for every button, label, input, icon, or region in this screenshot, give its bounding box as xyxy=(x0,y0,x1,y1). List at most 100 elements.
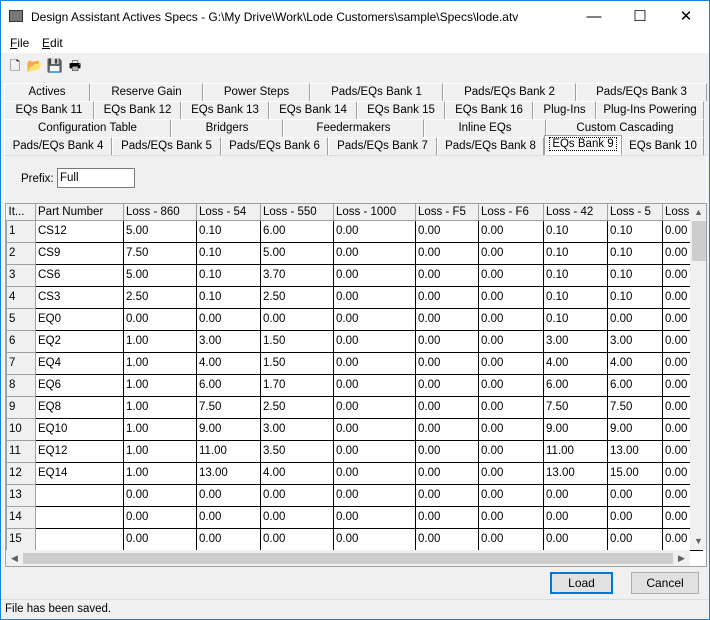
grid-cell[interactable]: 0.00 xyxy=(123,505,197,529)
tab-eqs-bank-14[interactable]: EQs Bank 14 xyxy=(269,101,357,119)
grid-cell[interactable]: 0.00 xyxy=(478,285,544,309)
column-header[interactable]: Loss - F5 xyxy=(415,204,479,221)
grid-cell[interactable]: 0.00 xyxy=(333,351,416,375)
grid-cell[interactable]: 0.10 xyxy=(196,219,261,243)
grid-cell[interactable]: EQ6 xyxy=(35,373,124,397)
grid-cell[interactable]: 0.00 xyxy=(123,527,197,551)
grid-cell[interactable]: 0.10 xyxy=(543,285,608,309)
grid-cell[interactable]: 5.00 xyxy=(123,263,197,287)
scroll-up-arrow-icon[interactable]: ▲ xyxy=(690,204,706,221)
row-header[interactable]: 13 xyxy=(6,483,36,507)
grid-cell[interactable] xyxy=(35,527,124,551)
grid-cell[interactable]: 0.00 xyxy=(123,483,197,507)
grid-cell[interactable]: 0.00 xyxy=(333,505,416,529)
scroll-left-arrow-icon[interactable]: ◀ xyxy=(6,550,23,566)
grid-cell[interactable]: CS6 xyxy=(35,263,124,287)
grid-cell[interactable]: 13.00 xyxy=(543,461,608,485)
grid-cell[interactable]: 0.10 xyxy=(607,285,663,309)
grid-cell[interactable]: 0.00 xyxy=(333,219,416,243)
grid-cell[interactable]: 5.00 xyxy=(260,241,334,265)
grid-cell[interactable]: 0.00 xyxy=(333,527,416,551)
grid-cell[interactable] xyxy=(35,483,124,507)
grid-cell[interactable]: 0.00 xyxy=(415,241,479,265)
open-folder-icon[interactable]: 📂 xyxy=(25,58,45,76)
maximize-button[interactable]: ☐ xyxy=(617,7,663,29)
grid-cell[interactable]: 0.00 xyxy=(415,417,479,441)
tab-eqs-bank-9[interactable]: EQs Bank 9 xyxy=(544,135,622,155)
row-header[interactable]: 12 xyxy=(6,461,36,485)
grid-cell[interactable]: 4.00 xyxy=(196,351,261,375)
tab-feedermakers[interactable]: Feedermakers xyxy=(283,119,424,137)
grid-cell[interactable]: 0.00 xyxy=(333,483,416,507)
grid-cell[interactable]: 0.00 xyxy=(478,461,544,485)
row-header[interactable]: 11 xyxy=(6,439,36,463)
tab-plug-ins-powering[interactable]: Plug-Ins Powering xyxy=(596,101,704,119)
tab-pads-eqs-bank-6[interactable]: Pads/EQs Bank 6 xyxy=(221,137,328,155)
grid-cell[interactable]: 0.00 xyxy=(478,395,544,419)
grid-cell[interactable]: 1.70 xyxy=(260,373,334,397)
menu-edit[interactable]: Edit xyxy=(42,36,63,50)
grid-cell[interactable]: 0.00 xyxy=(478,417,544,441)
grid-cell[interactable]: 0.10 xyxy=(607,219,663,243)
grid-cell[interactable]: 1.00 xyxy=(123,395,197,419)
tab-eqs-bank-11[interactable]: EQs Bank 11 xyxy=(4,101,94,119)
tab-pads-eqs-bank-4[interactable]: Pads/EQs Bank 4 xyxy=(4,137,112,155)
tab-power-steps[interactable]: Power Steps xyxy=(203,83,310,101)
grid-cell[interactable]: 1.00 xyxy=(123,417,197,441)
grid-cell[interactable]: 0.00 xyxy=(543,527,608,551)
save-icon[interactable]: 💾 xyxy=(45,58,65,76)
grid-cell[interactable]: 0.00 xyxy=(607,483,663,507)
grid-cell[interactable]: 0.00 xyxy=(415,527,479,551)
grid-cell[interactable]: 0.10 xyxy=(543,307,608,331)
minimize-button[interactable]: — xyxy=(571,7,617,29)
grid-cell[interactable]: 0.00 xyxy=(333,395,416,419)
grid-cell[interactable]: CS9 xyxy=(35,241,124,265)
grid-cell[interactable]: 4.00 xyxy=(543,351,608,375)
column-header[interactable]: Loss - 1000 xyxy=(333,204,416,221)
grid-cell[interactable]: 0.00 xyxy=(415,351,479,375)
grid-cell[interactable]: 0.00 xyxy=(607,307,663,331)
grid-cell[interactable]: 0.00 xyxy=(196,505,261,529)
grid-cell[interactable]: 9.00 xyxy=(607,417,663,441)
grid-cell[interactable]: EQ2 xyxy=(35,329,124,353)
grid-cell[interactable]: 0.00 xyxy=(333,461,416,485)
vertical-scroll-thumb[interactable] xyxy=(692,221,706,261)
menu-file[interactable]: File xyxy=(10,36,29,50)
row-header[interactable]: 15 xyxy=(6,527,36,551)
grid-cell[interactable]: 1.50 xyxy=(260,329,334,353)
grid-cell[interactable]: 1.00 xyxy=(123,329,197,353)
scroll-right-arrow-icon[interactable]: ▶ xyxy=(673,550,690,566)
grid-cell[interactable]: 9.00 xyxy=(543,417,608,441)
grid-cell[interactable]: 2.50 xyxy=(123,285,197,309)
grid-cell[interactable]: 0.00 xyxy=(415,461,479,485)
grid-cell[interactable]: 0.00 xyxy=(415,285,479,309)
grid-cell[interactable]: 0.10 xyxy=(607,263,663,287)
grid-cell[interactable]: 0.00 xyxy=(260,505,334,529)
grid-cell[interactable]: 0.10 xyxy=(196,285,261,309)
column-header[interactable]: Part Number xyxy=(35,204,124,221)
grid-cell[interactable]: 1.00 xyxy=(123,461,197,485)
grid-cell[interactable]: 0.00 xyxy=(415,307,479,331)
grid-cell[interactable]: 7.50 xyxy=(607,395,663,419)
grid-cell[interactable]: 0.00 xyxy=(333,439,416,463)
grid-cell[interactable] xyxy=(35,505,124,529)
grid-cell[interactable]: 0.00 xyxy=(333,263,416,287)
grid-cell[interactable]: 0.00 xyxy=(260,307,334,331)
row-header[interactable]: 14 xyxy=(6,505,36,529)
column-header[interactable]: Loss - 550 xyxy=(260,204,334,221)
grid-cell[interactable]: 3.00 xyxy=(607,329,663,353)
grid-cell[interactable]: 2.50 xyxy=(260,395,334,419)
tab-pads-eqs-bank-7[interactable]: Pads/EQs Bank 7 xyxy=(328,137,437,155)
grid-cell[interactable]: 0.00 xyxy=(415,439,479,463)
grid-cell[interactable]: 0.10 xyxy=(543,241,608,265)
grid-cell[interactable]: 3.00 xyxy=(196,329,261,353)
grid-cell[interactable]: 0.00 xyxy=(196,307,261,331)
grid-cell[interactable]: 3.70 xyxy=(260,263,334,287)
row-header[interactable]: 10 xyxy=(6,417,36,441)
tab-inline-eqs[interactable]: Inline EQs xyxy=(424,119,546,137)
grid-cell[interactable]: EQ4 xyxy=(35,351,124,375)
tab-pads-eqs-bank-3[interactable]: Pads/EQs Bank 3 xyxy=(576,83,707,101)
grid-cell[interactable]: 9.00 xyxy=(196,417,261,441)
scroll-down-arrow-icon[interactable]: ▼ xyxy=(690,533,706,550)
grid-cell[interactable]: 3.50 xyxy=(260,439,334,463)
